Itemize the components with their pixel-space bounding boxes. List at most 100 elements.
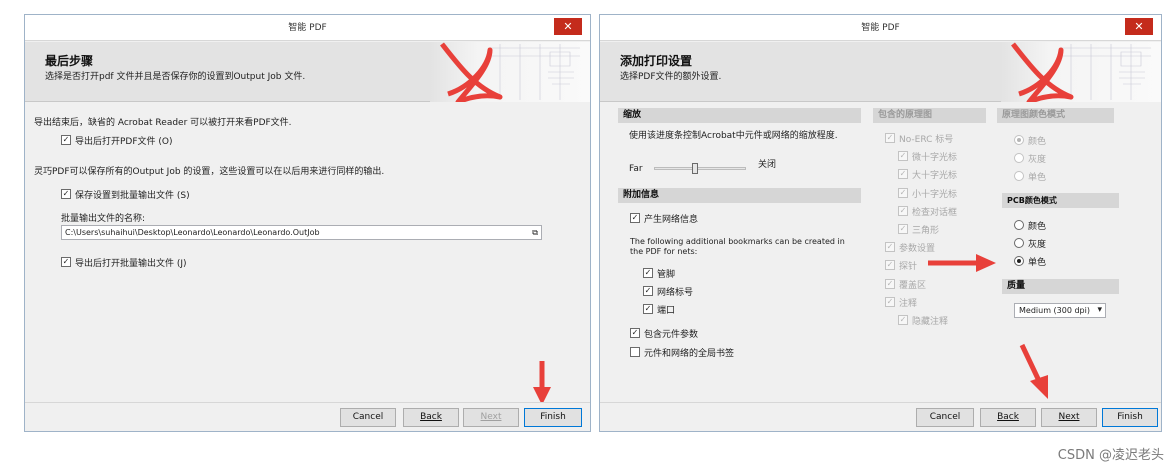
schematic-option-checkbox[interactable]: ✓ <box>898 315 908 325</box>
header-subtitle: 选择PDF文件的额外设置. <box>620 72 722 82</box>
pins-checkbox[interactable]: ✓ <box>643 268 653 278</box>
schematic-option-label: No-ERC 标号 <box>899 135 954 145</box>
pdf-logo-icon <box>430 42 590 102</box>
wizard-header: 最后步骤 选择是否打开pdf 文件并且是否保存你的设置到Output Job 文… <box>25 42 590 102</box>
schematic-option-checkbox[interactable]: ✓ <box>885 242 895 252</box>
save-outjob-checkbox[interactable]: ✓ <box>61 189 71 199</box>
sch-color-radio[interactable] <box>1014 135 1024 145</box>
sch-gray-radio[interactable] <box>1014 153 1024 163</box>
schematic-option-checkbox[interactable]: ✓ <box>885 279 895 289</box>
zoom-close-label: 关闭 <box>758 160 777 170</box>
schematic-option-label: 小十字光标 <box>912 190 958 200</box>
schematic-section-header: 包含的原理图 <box>873 108 986 123</box>
gen-net-info-checkbox[interactable]: ✓ <box>630 213 640 223</box>
net-labels-checkbox[interactable]: ✓ <box>643 286 653 296</box>
outjob-filename-value: C:\Users\suhaihui\Desktop\Leonardo\Leona… <box>65 228 320 237</box>
sch-mono-radio[interactable] <box>1014 171 1024 181</box>
include-params-checkbox[interactable]: ✓ <box>630 328 640 338</box>
save-info-text: 灵巧PDF可以保存所有的Output Job 的设置，这些设置可以在以后用来进行… <box>34 167 385 177</box>
schematic-option-checkbox[interactable]: ✓ <box>898 151 908 161</box>
outjob-filename-input[interactable]: C:\Users\suhaihui\Desktop\Leonardo\Leona… <box>61 225 542 240</box>
final-step-dialog: 智能 PDF ✕ 最后步骤 选择是否打开pdf 文件并且是否保存你的设置到Out… <box>24 14 591 432</box>
back-button[interactable]: Back <box>980 408 1036 427</box>
print-settings-dialog: 智能 PDF ✕ 添加打印设置 选择PDF文件的额外设置. 缩放 使用该进度条控… <box>599 14 1162 432</box>
export-info-text: 导出结束后，缺省的 Acrobat Reader 可以被打开来看PDF文件. <box>34 118 292 128</box>
schematic-option-label: 覆盖区 <box>899 281 927 291</box>
global-bookmarks-label: 元件和网络的全局书签 <box>644 349 735 359</box>
pcb-gray-radio[interactable] <box>1014 238 1024 248</box>
schematic-option-label: 大十字光标 <box>912 171 958 181</box>
header-subtitle: 选择是否打开pdf 文件并且是否保存你的设置到Output Job 文件. <box>45 72 306 82</box>
red-arrow-icon <box>1019 343 1048 399</box>
pdf-logo-icon <box>1001 42 1161 102</box>
pcb-gray-label: 灰度 <box>1028 240 1047 250</box>
ports-label: 端口 <box>657 306 676 316</box>
schematic-option-checkbox[interactable]: ✓ <box>898 224 908 234</box>
schematic-option-label: 检查对话框 <box>912 208 958 218</box>
include-params-label: 包含元件参数 <box>644 330 699 340</box>
header-title: 添加打印设置 <box>620 54 693 68</box>
zoom-slider[interactable] <box>654 167 746 170</box>
save-outjob-label: 保存设置到批量输出文件 (S) <box>75 191 190 201</box>
finish-button[interactable]: Finish <box>524 408 582 427</box>
pcb-mono-radio[interactable] <box>1014 256 1024 266</box>
zoom-section-header: 缩放 <box>618 108 861 123</box>
quality-select[interactable]: Medium (300 dpi) <box>1014 303 1106 318</box>
window-title: 智能 PDF <box>288 23 327 33</box>
back-button[interactable]: Back <box>403 408 459 427</box>
schematic-option-checkbox[interactable]: ✓ <box>898 169 908 179</box>
sch-color-label: 颜色 <box>1028 137 1047 147</box>
sch-mono-label: 单色 <box>1028 173 1047 183</box>
close-button[interactable]: ✕ <box>1125 18 1153 35</box>
window-title: 智能 PDF <box>861 23 900 33</box>
pcb-mono-label: 单色 <box>1028 258 1047 268</box>
zoom-far-label: Far <box>629 164 643 174</box>
ports-checkbox[interactable]: ✓ <box>643 304 653 314</box>
browse-icon[interactable]: ⧉ <box>532 226 538 239</box>
sch-color-section-header: 原理图颜色模式 <box>997 108 1114 123</box>
watermark: CSDN @凌迟老头 <box>1057 448 1164 463</box>
close-button[interactable]: ✕ <box>554 18 582 35</box>
next-button[interactable]: Next <box>463 408 519 427</box>
header-title: 最后步骤 <box>45 54 94 68</box>
schematic-option-label: 微十字光标 <box>912 153 958 163</box>
extra-info-section-header: 附加信息 <box>618 188 861 203</box>
open-outjob-label: 导出后打开批量输出文件 (J) <box>75 259 187 269</box>
open-outjob-checkbox[interactable]: ✓ <box>61 257 71 267</box>
wizard-footer: Cancel Back Next Finish <box>600 402 1161 431</box>
zoom-slider-thumb[interactable] <box>692 163 698 174</box>
schematic-option-checkbox[interactable]: ✓ <box>885 133 895 143</box>
schematic-option-checkbox[interactable]: ✓ <box>898 206 908 216</box>
outjob-filename-label: 批量输出文件的名称: <box>61 214 146 224</box>
schematic-option-label: 注释 <box>899 299 918 309</box>
gen-net-info-label: 产生网络信息 <box>644 215 699 225</box>
pcb-color-label: 颜色 <box>1028 222 1047 232</box>
pcb-color-radio[interactable] <box>1014 220 1024 230</box>
schematic-option-checkbox[interactable]: ✓ <box>885 297 895 307</box>
red-arrow-icon <box>533 361 551 405</box>
schematic-option-label: 三角形 <box>912 226 940 236</box>
title-bar: 智能 PDF ✕ <box>25 15 590 41</box>
net-labels-label: 网络标号 <box>657 288 694 298</box>
schematic-option-checkbox[interactable]: ✓ <box>885 260 895 270</box>
schematic-option-label: 探针 <box>899 262 918 272</box>
pcb-color-section-header: PCB颜色模式 <box>1002 193 1119 208</box>
sch-gray-label: 灰度 <box>1028 155 1047 165</box>
cancel-button[interactable]: Cancel <box>340 408 396 427</box>
quality-section-header: 质量 <box>1002 279 1119 294</box>
title-bar: 智能 PDF ✕ <box>600 15 1161 41</box>
schematic-option-label: 隐藏注释 <box>912 317 949 327</box>
zoom-description: 使用该进度条控制Acrobat中元件或网络的缩放程度. <box>629 131 838 141</box>
finish-button[interactable]: Finish <box>1102 408 1158 427</box>
pins-label: 管脚 <box>657 270 676 280</box>
open-pdf-checkbox[interactable]: ✓ <box>61 135 71 145</box>
wizard-footer: Cancel Back Next Finish <box>25 402 590 431</box>
next-button[interactable]: Next <box>1041 408 1097 427</box>
bookmarks-description: The following additional bookmarks can b… <box>630 237 845 256</box>
cancel-button[interactable]: Cancel <box>916 408 974 427</box>
global-bookmarks-checkbox[interactable] <box>630 347 640 357</box>
schematic-option-checkbox[interactable]: ✓ <box>898 188 908 198</box>
red-arrow-icon <box>928 254 996 272</box>
wizard-header: 添加打印设置 选择PDF文件的额外设置. <box>600 42 1161 102</box>
open-pdf-label: 导出后打开PDF文件 (O) <box>75 137 173 147</box>
